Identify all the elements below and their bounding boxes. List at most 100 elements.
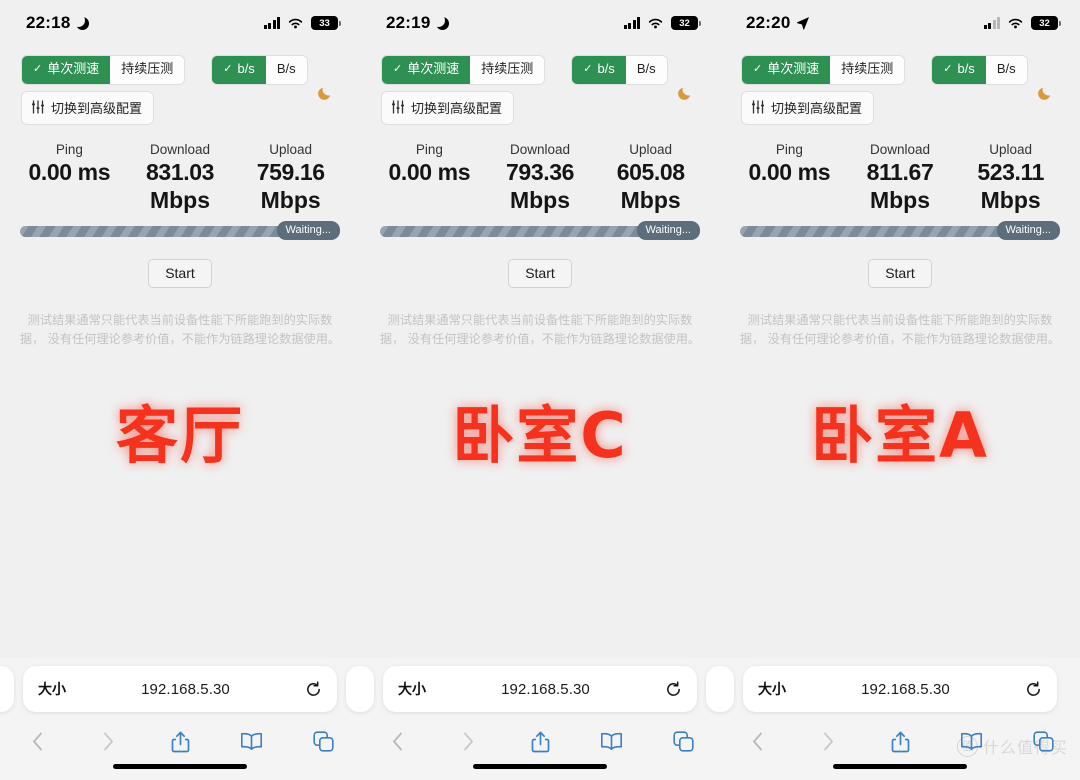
unit-bytes-button[interactable]: B/s [265,56,307,84]
bookmarks-button[interactable] [237,732,267,756]
reload-icon[interactable] [1025,680,1042,698]
metric-download: Download 811.67 Mbps [845,141,956,214]
unit-bytes-button[interactable]: B/s [625,56,667,84]
sliders-icon [392,100,404,115]
tabs-icon [1032,731,1054,752]
unit-bits-button[interactable]: ✓ b/s [932,56,986,84]
text-size-button[interactable]: 大小 [38,679,66,699]
start-button[interactable]: Start [149,260,211,288]
disclaimer-text: 测试结果通常只能代表当前设备性能下所能跑到的实际数据， 没有任何理论参考价值，不… [379,313,701,347]
share-button[interactable] [885,731,915,758]
tabs-button[interactable] [1028,731,1058,757]
theme-toggle-moon-icon[interactable] [317,84,334,101]
wifi-icon [648,18,663,28]
unit-bits-button[interactable]: ✓ b/s [212,56,266,84]
ping-label: Ping [775,141,803,157]
mode-single-button[interactable]: ✓ 单次测速 [742,56,831,84]
download-unit: Mbps [509,186,571,213]
ping-value: 0.00 ms [388,159,471,186]
check-icon: ✓ [753,62,763,75]
advanced-config-button[interactable]: 切换到高级配置 [742,91,874,124]
back-button[interactable] [382,732,412,756]
adjacent-tab-right[interactable] [346,666,360,712]
upload-label: Upload [629,141,673,157]
address-bar[interactable]: 大小 192.168.5.30 [743,666,1057,712]
tabs-button[interactable] [308,731,338,757]
reload-icon[interactable] [305,680,322,698]
share-button[interactable] [165,731,195,758]
mode-stress-label: 持续压测 [121,61,174,76]
back-button[interactable] [742,732,772,756]
check-icon: ✓ [583,62,593,75]
adjacent-tab-right[interactable] [706,666,720,712]
mode-stress-label: 持续压测 [481,61,534,76]
adjacent-tab-left[interactable] [720,666,734,712]
mode-single-button[interactable]: ✓ 单次测速 [22,56,111,84]
chevron-left-icon [392,732,402,751]
download-value: 793.36 [506,159,574,186]
upload-label: Upload [269,141,313,157]
download-label: Download [869,141,931,157]
address-bar[interactable]: 大小 192.168.5.30 [23,666,337,712]
bookmarks-button[interactable] [597,732,627,756]
check-icon: ✓ [943,62,953,75]
mode-single-label: 单次测速 [767,61,820,76]
safari-nav-row [720,720,1080,762]
theme-toggle-moon-icon[interactable] [1037,84,1054,101]
unit-bytes-button[interactable]: B/s [985,56,1027,84]
start-button[interactable]: Start [509,260,571,288]
metric-download: Download 793.36 Mbps [485,141,596,214]
status-badge: Waiting... [636,221,700,241]
ping-label: Ping [415,141,443,157]
mode-segmented-control[interactable]: ✓ 单次测速 持续压测 [382,56,545,84]
url-text[interactable]: 192.168.5.30 [786,681,1025,698]
adjacent-tab-left[interactable] [360,666,374,712]
toolbar-row-1: ✓ 单次测速 持续压测 ✓ b/s B/s [22,56,360,84]
unit-segmented-control[interactable]: ✓ b/s B/s [212,56,307,84]
toolbar-row-1: ✓ 单次测速 持续压测 ✓ b/s B/s [382,56,720,84]
disclaimer-text: 测试结果通常只能代表当前设备性能下所能跑到的实际数据， 没有任何理论参考价值，不… [739,313,1061,347]
tabs-button[interactable] [668,731,698,757]
text-size-button[interactable]: 大小 [398,679,426,699]
book-icon [601,732,622,750]
reload-icon[interactable] [665,680,682,698]
mode-segmented-control[interactable]: ✓ 单次测速 持续压测 [22,56,185,84]
unit-bits-label: b/s [957,61,975,76]
sliders-icon [752,100,764,115]
back-button[interactable] [22,732,52,756]
share-button[interactable] [525,731,555,758]
advanced-config-button[interactable]: 切换到高级配置 [382,91,514,124]
mode-stress-button[interactable]: 持续压测 [830,56,905,84]
mode-segmented-control[interactable]: ✓ 单次测速 持续压测 [742,56,905,84]
url-text[interactable]: 192.168.5.30 [66,681,305,698]
unit-segmented-control[interactable]: ✓ b/s B/s [572,56,667,84]
unit-bits-button[interactable]: ✓ b/s [572,56,626,84]
bookmarks-button[interactable] [957,732,987,756]
forward-button[interactable] [94,732,124,756]
screenshot-collage: 22:18 33 ✓ 单次测速 持续压测 ✓ b/s B/s 切换到高级配置 P… [0,0,1080,780]
adjacent-tab-left[interactable] [0,666,14,712]
mode-stress-button[interactable]: 持续压测 [110,56,185,84]
battery-indicator: 32 [671,16,701,30]
forward-button[interactable] [814,732,844,756]
progress-area: Waiting... [380,221,700,241]
status-bar-right: 32 [983,16,1061,30]
theme-toggle-moon-icon[interactable] [677,84,694,101]
metric-upload: Upload 759.16 Mbps [235,141,346,214]
mode-single-button[interactable]: ✓ 单次测速 [382,56,471,84]
book-icon [961,732,982,750]
mode-stress-button[interactable]: 持续压测 [470,56,545,84]
text-size-button[interactable]: 大小 [758,679,786,699]
book-icon [241,732,262,750]
tabs-icon [672,731,694,752]
url-text[interactable]: 192.168.5.30 [426,681,665,698]
address-bar[interactable]: 大小 192.168.5.30 [383,666,697,712]
download-unit: Mbps [869,186,931,213]
start-button[interactable]: Start [869,260,931,288]
upload-unit: Mbps [980,186,1041,213]
advanced-config-button[interactable]: 切换到高级配置 [22,91,154,124]
chevron-right-icon [464,732,473,751]
status-badge: Waiting... [276,221,340,241]
unit-segmented-control[interactable]: ✓ b/s B/s [932,56,1027,84]
forward-button[interactable] [454,732,484,756]
